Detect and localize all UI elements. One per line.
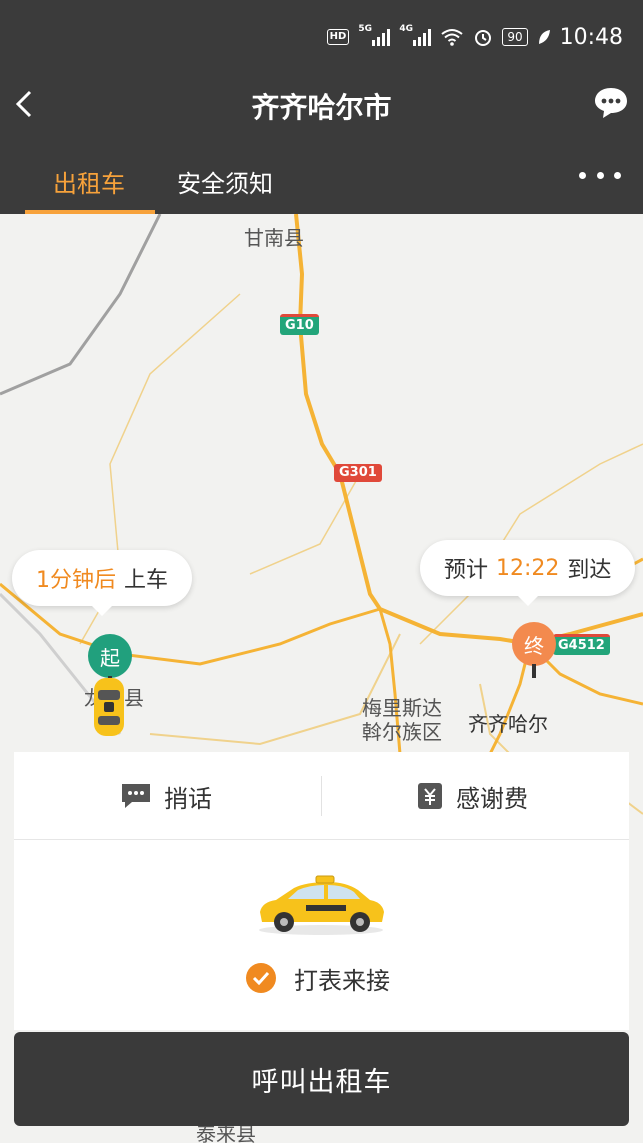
end-pin: 终: [512, 622, 556, 666]
order-panel: 捎话 感谢费 打表来接: [14, 752, 629, 1030]
chat-button[interactable]: [593, 86, 629, 120]
hd-indicator: HD: [326, 29, 350, 45]
start-pin: 起: [88, 634, 132, 678]
arrival-prefix: 预计: [444, 558, 489, 583]
arrival-time: 12:22: [496, 555, 560, 581]
checkmark-icon[interactable]: [246, 963, 276, 993]
action-divider: [321, 776, 322, 816]
road-badge-g4512: G4512: [553, 634, 610, 655]
call-taxi-button[interactable]: 呼叫出租车: [14, 1032, 629, 1126]
taxi-car-icon: [94, 678, 124, 736]
meter-option-label: 打表来接: [294, 966, 390, 995]
wifi-icon: [441, 29, 463, 46]
pickup-time-bubble: 1分钟后 上车: [12, 550, 193, 616]
status-bar: HD 5G 4G 90 10:48: [0, 0, 643, 72]
meter-option[interactable]: 打表来接: [246, 960, 390, 996]
arrival-suffix: 到达: [567, 558, 612, 583]
page-title: 齐齐哈尔市: [251, 91, 392, 124]
map-label-gannan: 甘南县: [244, 226, 304, 250]
signal-4g-icon: 4G: [399, 24, 432, 46]
battery-indicator: 90: [502, 28, 528, 46]
more-options-button[interactable]: [579, 172, 621, 184]
thanks-fee-label: 感谢费: [456, 784, 528, 813]
arrival-time-bubble: 预计 12:22 到达: [420, 540, 636, 606]
status-icons: HD 5G 4G 90 10:48: [326, 22, 623, 52]
leaf-icon: [538, 30, 550, 44]
message-driver-button[interactable]: 捎话: [120, 752, 212, 840]
end-pin-stem: [532, 664, 536, 678]
pickup-eta: 1分钟后: [36, 568, 116, 593]
status-time: 10:48: [559, 24, 623, 50]
road-badge-g10: G10: [280, 314, 319, 335]
action-row: 捎话 感谢费: [14, 752, 629, 840]
yuan-envelope-icon: [418, 783, 442, 809]
tab-safety-notice[interactable]: 安全须知: [177, 164, 273, 199]
signal-5g-icon: 5G: [358, 24, 391, 46]
message-icon: [122, 784, 150, 808]
title-bar: 齐齐哈尔市: [0, 72, 643, 138]
tab-taxi[interactable]: 出租车: [53, 164, 125, 199]
alarm-icon: [475, 30, 492, 46]
thanks-fee-button[interactable]: 感谢费: [416, 752, 528, 840]
pickup-text: 上车: [124, 568, 169, 593]
map-label-district-2: 斡尔族区: [362, 720, 442, 744]
chat-bubble-icon: [595, 88, 627, 118]
taxi-car-illustration: [259, 875, 384, 935]
message-label: 捎话: [164, 784, 212, 813]
tab-bar: 出租车 安全须知: [0, 138, 643, 214]
road-badge-g301: G301: [334, 464, 382, 482]
map-label-city: 齐齐哈尔: [468, 712, 548, 736]
